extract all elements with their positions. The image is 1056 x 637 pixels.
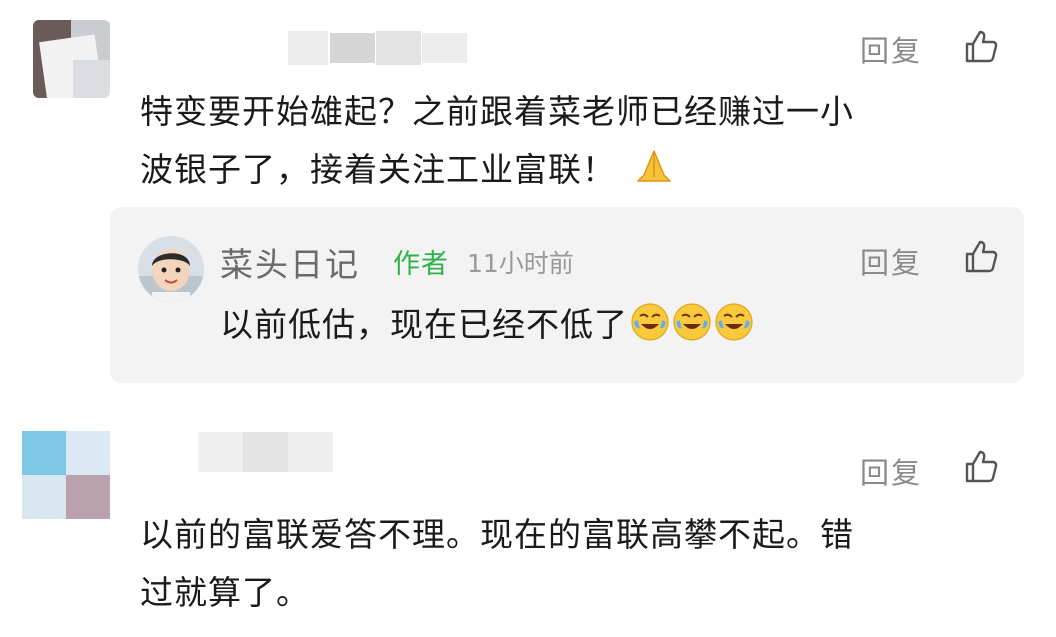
- comment-text-line: 过就算了。: [140, 573, 310, 612]
- reply-text: 以前低估，现在已经不低了: [220, 298, 754, 346]
- comment-text-line: 特变要开始雄起？之前跟着菜老师已经赚过一小: [140, 92, 854, 131]
- reply-button[interactable]: 回复: [860, 28, 922, 70]
- comment-text-line: 以前的富联爱答不理。现在的富联高攀不起。错: [140, 515, 854, 554]
- author-badge: 作者: [393, 249, 449, 280]
- commenter-name-blurred: [200, 31, 470, 65]
- author-reply-card: [110, 207, 1024, 383]
- reply-button[interactable]: 回复: [860, 240, 922, 282]
- crying-laughing-icon: [673, 303, 711, 341]
- commenter-avatar[interactable]: [33, 20, 110, 98]
- comment-text: 特变要开始雄起？之前跟着菜老师已经赚过一小 波银子了，接着关注工业富联！: [140, 83, 854, 199]
- crying-laughing-icon: [631, 303, 669, 341]
- comment-text: 以前的富联爱答不理。现在的富联高攀不起。错 过就算了。: [140, 506, 854, 622]
- comment-text-line: 波银子了，接着关注工业富联！: [140, 141, 854, 199]
- reply-button[interactable]: 回复: [860, 450, 922, 492]
- commenter-avatar[interactable]: [22, 431, 110, 519]
- commenter-name-blurred: [198, 432, 333, 472]
- crying-laughing-icon: [715, 303, 753, 341]
- pray-icon: [637, 150, 671, 182]
- like-icon[interactable]: [963, 238, 999, 274]
- reply-author-name[interactable]: 菜头日记: [220, 238, 360, 286]
- author-avatar[interactable]: [138, 236, 204, 302]
- like-icon[interactable]: [963, 448, 999, 484]
- reply-timestamp: 11小时前: [467, 249, 574, 278]
- like-icon[interactable]: [963, 28, 999, 64]
